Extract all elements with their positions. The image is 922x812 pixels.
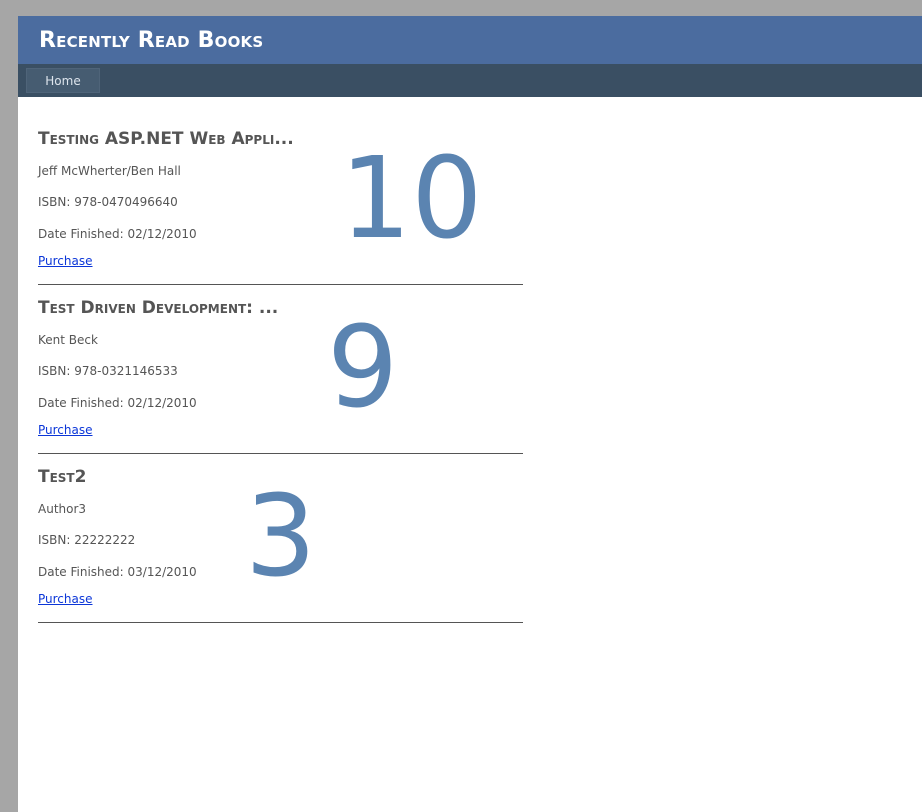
book-date-finished: Date Finished: 03/12/2010	[38, 565, 197, 579]
book-rating: 10	[340, 134, 483, 264]
purchase-link[interactable]: Purchase	[38, 592, 93, 606]
book-entry: Test Driven Development: ... Kent Beck I…	[38, 298, 523, 454]
page: Recently Read Books Home Testing ASP.NET…	[18, 16, 922, 812]
book-isbn: ISBN: 978-0321146533	[38, 364, 178, 378]
book-title: Test Driven Development: ...	[38, 298, 279, 318]
book-date-finished: Date Finished: 02/12/2010	[38, 227, 197, 241]
book-isbn: ISBN: 22222222	[38, 533, 136, 547]
site-title: Recently Read Books	[39, 28, 264, 53]
nav-bar: Home	[18, 64, 922, 97]
book-title: Testing ASP.NET Web Appli...	[38, 129, 294, 149]
nav-home-tab[interactable]: Home	[26, 68, 100, 93]
book-rating: 9	[327, 303, 399, 433]
book-author: Author3	[38, 502, 87, 516]
book-entry: Test2 Author3 ISBN: 22222222 Date Finish…	[38, 467, 523, 623]
book-rating: 3	[245, 472, 317, 602]
purchase-link[interactable]: Purchase	[38, 254, 93, 268]
book-title: Test2	[38, 467, 87, 487]
browser-frame: Recently Read Books Home Testing ASP.NET…	[0, 0, 922, 812]
site-header: Recently Read Books	[18, 16, 922, 64]
book-isbn: ISBN: 978-0470496640	[38, 195, 178, 209]
book-date-finished: Date Finished: 02/12/2010	[38, 396, 197, 410]
purchase-link[interactable]: Purchase	[38, 423, 93, 437]
book-entry: Testing ASP.NET Web Appli... Jeff McWher…	[38, 129, 523, 285]
book-author: Jeff McWherter/Ben Hall	[38, 164, 181, 178]
book-author: Kent Beck	[38, 333, 98, 347]
